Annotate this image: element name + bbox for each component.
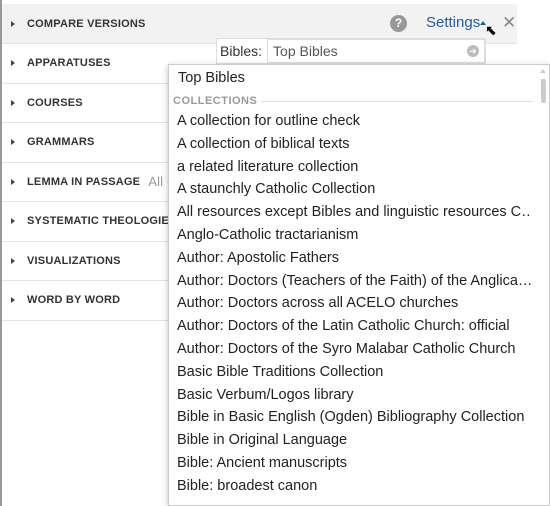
dropdown-option[interactable]: Bible in Original Language [177, 429, 532, 452]
panel-label: APPARATUSES [27, 57, 111, 69]
dropdown-list: A collection for outline check A collecti… [177, 110, 532, 498]
dropdown-option[interactable]: Author: Apostolic Fathers [177, 247, 532, 270]
dropdown-option[interactable]: a related literature collection [177, 156, 532, 179]
mouse-cursor-icon: ⬉ [485, 22, 497, 38]
bibles-label: Bibles: [220, 43, 263, 59]
bibles-value: Top Bibles [273, 43, 338, 59]
expand-triangle-icon[interactable] [11, 257, 15, 264]
expand-triangle-icon[interactable] [11, 178, 15, 185]
panel-label: COURSES [27, 96, 83, 109]
panel-label: SYSTEMATIC THEOLOGIES [27, 215, 177, 227]
help-icon[interactable]: ? [390, 15, 407, 32]
bibles-selector: Bibles: Top Bibles ➜ [216, 38, 486, 64]
expand-triangle-icon[interactable] [11, 60, 15, 66]
panel-label: VISUALIZATIONS [27, 254, 121, 267]
dropdown-option[interactable]: Author: Doctors of the Syro Malabar Cath… [177, 338, 532, 361]
section-header: COLLECTIONS [173, 95, 533, 107]
dropdown-option[interactable]: A staunchly Catholic Collection [177, 178, 532, 201]
panel-label: WORD BY WORD [27, 294, 121, 306]
scroll-up-icon[interactable] [540, 69, 546, 73]
dropdown-option[interactable]: Author: Doctors across all ACELO churche… [177, 292, 532, 315]
dropdown-option[interactable]: All resources except Bibles and linguist… [177, 201, 532, 224]
dropdown-option[interactable]: A collection of biblical texts [177, 133, 532, 156]
expand-triangle-icon[interactable] [11, 99, 15, 106]
dropdown-option[interactable]: Bible: broadest canon [177, 475, 532, 498]
expand-triangle-icon[interactable] [11, 20, 15, 27]
panel-label: LEMMA IN PASSAGE [27, 175, 141, 188]
expand-triangle-icon[interactable] [11, 297, 15, 303]
panel-label: COMPARE VERSIONS [27, 17, 146, 30]
dropdown-option[interactable]: A collection for outline check [177, 110, 532, 133]
expand-triangle-icon[interactable] [11, 139, 15, 145]
arrow-right-icon[interactable]: ➜ [467, 45, 479, 57]
settings-button[interactable]: Settings [426, 14, 480, 31]
scrollbar-thumb[interactable] [541, 79, 546, 103]
dropdown-option[interactable]: Bible: Ancient manuscripts [177, 452, 532, 475]
expand-triangle-icon[interactable] [11, 218, 15, 224]
bibles-dropdown: Top Bibles COLLECTIONS A collection for … [168, 64, 550, 506]
dropdown-option[interactable]: Author: Doctors of the Latin Catholic Ch… [177, 315, 532, 338]
panel-label: GRAMMARS [27, 136, 95, 148]
dropdown-option-top[interactable]: Top Bibles [178, 70, 245, 86]
dropdown-option[interactable]: Bible in Basic English (Ogden) Bibliogra… [177, 406, 532, 429]
dropdown-option[interactable]: Author: Doctors (Teachers of the Faith) … [177, 270, 532, 293]
bibles-input[interactable]: Top Bibles ➜ [267, 39, 485, 63]
dropdown-option[interactable]: Basic Verbum/Logos library [177, 384, 532, 407]
close-icon[interactable]: ✕ [502, 13, 516, 33]
dropdown-option[interactable]: Anglo-Catholic tractarianism [177, 224, 532, 247]
dropdown-option[interactable]: Basic Bible Traditions Collection [177, 361, 532, 384]
